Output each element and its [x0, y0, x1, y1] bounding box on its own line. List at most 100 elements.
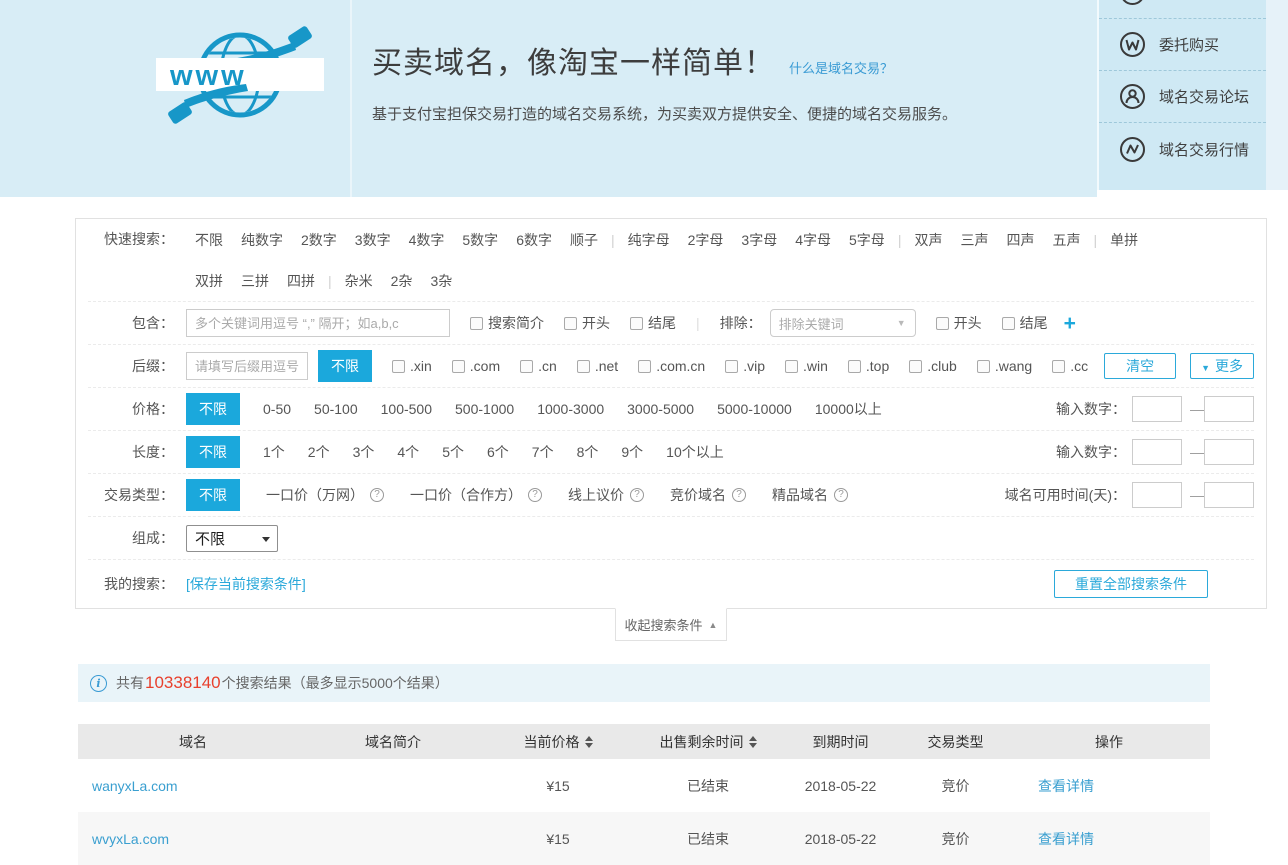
contains-checkbox[interactable]: 结尾 — [630, 313, 676, 333]
length-option[interactable]: 9个 — [621, 442, 643, 462]
contains-input[interactable] — [186, 309, 450, 337]
checkbox-icon[interactable] — [638, 360, 651, 373]
domain-link[interactable]: wvyxLa.com — [92, 831, 169, 847]
suffix-checkbox[interactable]: .cc — [1052, 358, 1088, 374]
sidebar-item-partial[interactable] — [1099, 0, 1266, 19]
price-option[interactable]: 1000-3000 — [537, 401, 604, 417]
checkbox-icon[interactable] — [452, 360, 465, 373]
suffix-checkbox[interactable]: .vip — [725, 358, 765, 374]
trade-type-option[interactable]: 竞价域名 ? — [670, 485, 746, 505]
column-header[interactable]: 当前价格 — [478, 724, 638, 759]
quick-search-option[interactable]: 三拼 — [241, 271, 269, 291]
collapse-filters-button[interactable]: 收起搜索条件 ▲ — [615, 608, 727, 641]
length-min-input[interactable] — [1132, 439, 1182, 465]
quick-search-option[interactable]: 5数字 — [462, 230, 498, 250]
trade-type-option[interactable]: 不限 ? — [186, 479, 240, 511]
save-search-link[interactable]: [保存当前搜索条件] — [186, 574, 306, 594]
suffix-checkbox[interactable]: .win — [785, 358, 828, 374]
suffix-checkbox[interactable]: .wang — [977, 358, 1032, 374]
suffix-checkbox[interactable]: .com — [452, 358, 500, 374]
quick-search-option[interactable]: 4数字 — [409, 230, 445, 250]
add-exclude-button[interactable]: + — [1064, 313, 1076, 334]
length-option[interactable]: 5个 — [442, 442, 464, 462]
help-icon[interactable]: ? — [834, 488, 848, 502]
trade-type-option[interactable]: 线上议价 ? — [568, 485, 644, 505]
what-is-domain-trade-link[interactable]: 什么是域名交易？ — [789, 58, 893, 77]
suffix-checkbox[interactable]: .cn — [520, 358, 557, 374]
length-option[interactable]: 10个以上 — [666, 442, 724, 462]
column-header[interactable]: 域名 — [78, 724, 308, 759]
help-icon[interactable]: ? — [732, 488, 746, 502]
quick-search-option[interactable]: 纯字母 — [628, 230, 670, 250]
quick-search-option[interactable]: 顺子 — [570, 230, 598, 250]
price-option[interactable]: 3000-5000 — [627, 401, 694, 417]
exclude-select[interactable]: 排除关键词 ▼ — [770, 309, 916, 337]
price-option[interactable]: 100-500 — [381, 401, 432, 417]
help-icon[interactable]: ? — [630, 488, 644, 502]
checkbox-icon[interactable] — [564, 317, 577, 330]
quick-search-option[interactable]: 五声 — [1052, 230, 1080, 250]
suffix-checkbox[interactable]: .xin — [392, 358, 432, 374]
column-header[interactable]: 出售剩余时间 — [638, 724, 778, 759]
price-option[interactable]: 不限 — [186, 393, 240, 425]
column-header[interactable]: 到期时间 — [778, 724, 903, 759]
quick-search-option[interactable]: 单拼 — [1110, 230, 1138, 250]
checkbox-icon[interactable] — [725, 360, 738, 373]
days-min-input[interactable] — [1132, 482, 1182, 508]
quick-search-option[interactable]: 3数字 — [355, 230, 391, 250]
checkbox-icon[interactable] — [577, 360, 590, 373]
price-max-input[interactable] — [1204, 396, 1254, 422]
checkbox-icon[interactable] — [848, 360, 861, 373]
help-icon[interactable]: ? — [528, 488, 542, 502]
checkbox-icon[interactable] — [909, 360, 922, 373]
exclude-checkbox[interactable]: 结尾 — [1002, 313, 1048, 333]
length-option[interactable]: 8个 — [577, 442, 599, 462]
help-icon[interactable]: ? — [370, 488, 384, 502]
quick-search-option[interactable]: 4字母 — [795, 230, 831, 250]
price-option[interactable]: 500-1000 — [455, 401, 514, 417]
checkbox-icon[interactable] — [785, 360, 798, 373]
trade-type-option[interactable]: 一口价（合作方） ? — [410, 485, 542, 505]
checkbox-icon[interactable] — [1052, 360, 1065, 373]
quick-search-option[interactable]: 双拼 — [195, 271, 223, 291]
clear-suffix-button[interactable]: 清空 — [1104, 353, 1176, 379]
suffix-checkbox[interactable]: .com.cn — [638, 358, 705, 374]
length-option[interactable]: 4个 — [397, 442, 419, 462]
exclude-checkbox[interactable]: 开头 — [936, 313, 982, 333]
checkbox-icon[interactable] — [936, 317, 949, 330]
length-max-input[interactable] — [1204, 439, 1254, 465]
checkbox-icon[interactable] — [977, 360, 990, 373]
quick-search-option[interactable]: 四拼 — [287, 271, 315, 291]
days-max-input[interactable] — [1204, 482, 1254, 508]
view-detail-link[interactable]: 查看详情 — [1038, 778, 1094, 794]
suffix-checkbox[interactable]: .top — [848, 358, 889, 374]
price-min-input[interactable] — [1132, 396, 1182, 422]
quick-search-option[interactable]: 杂米 — [345, 271, 373, 291]
length-option[interactable]: 不限 — [186, 436, 240, 468]
sidebar-item-forum[interactable]: 域名交易论坛 — [1099, 71, 1266, 123]
sidebar-item-market[interactable]: 域名交易行情 — [1099, 123, 1266, 175]
quick-search-option[interactable]: 5字母 — [849, 230, 885, 250]
quick-search-option[interactable]: 3杂 — [430, 271, 452, 291]
reset-all-filters-button[interactable]: 重置全部搜索条件 — [1054, 570, 1208, 598]
length-option[interactable]: 1个 — [263, 442, 285, 462]
suffix-checkbox[interactable]: .net — [577, 358, 618, 374]
quick-search-option[interactable]: 3字母 — [741, 230, 777, 250]
column-header[interactable]: 操作 — [1008, 724, 1210, 759]
price-option[interactable]: 0-50 — [263, 401, 291, 417]
quick-search-option[interactable]: 纯数字 — [241, 230, 283, 250]
checkbox-icon[interactable] — [520, 360, 533, 373]
length-option[interactable]: 2个 — [308, 442, 330, 462]
quick-search-option[interactable]: 三声 — [960, 230, 988, 250]
checkbox-icon[interactable] — [392, 360, 405, 373]
trade-type-option[interactable]: 一口价（万网） ? — [266, 485, 384, 505]
checkbox-icon[interactable] — [1002, 317, 1015, 330]
quick-search-option[interactable]: 6数字 — [516, 230, 552, 250]
length-option[interactable]: 6个 — [487, 442, 509, 462]
quick-search-option[interactable]: 2数字 — [301, 230, 337, 250]
quick-search-option[interactable]: 四声 — [1006, 230, 1034, 250]
checkbox-icon[interactable] — [470, 317, 483, 330]
sidebar-item-entrust-buy[interactable]: 委托购买 — [1099, 19, 1266, 71]
trade-type-option[interactable]: 精品域名 ? — [772, 485, 848, 505]
compose-select[interactable]: 不限 — [186, 525, 278, 552]
